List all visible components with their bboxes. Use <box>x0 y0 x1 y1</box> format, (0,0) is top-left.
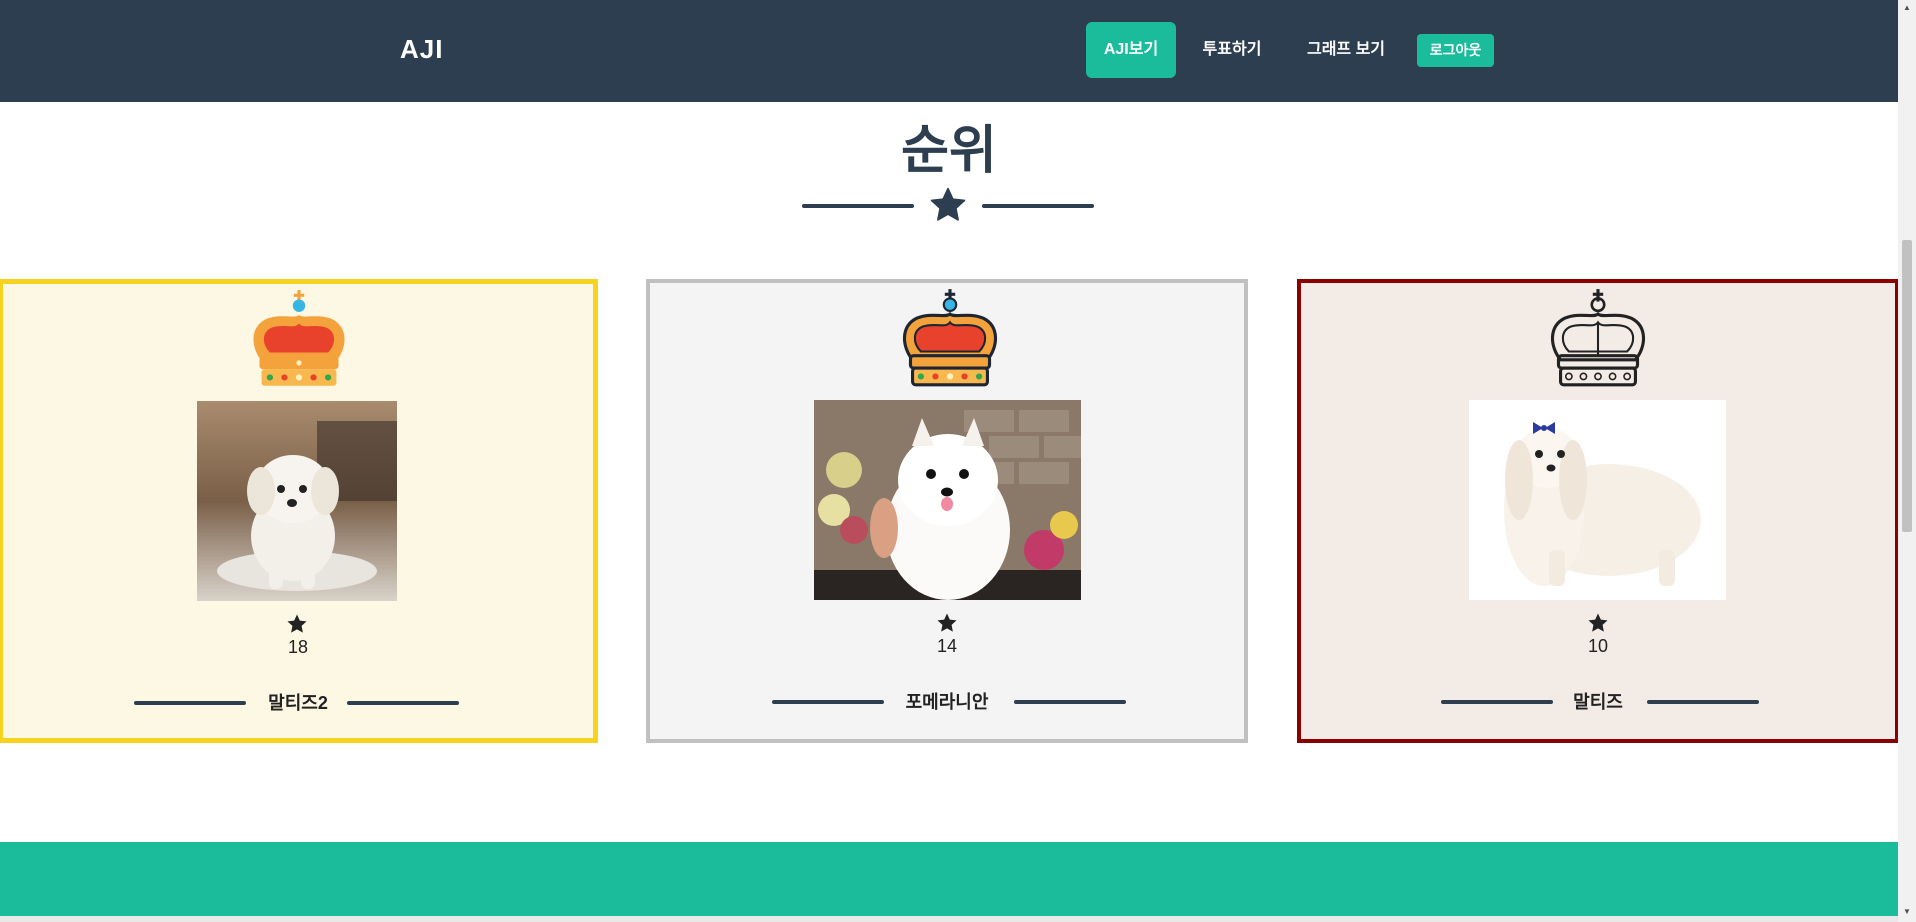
name-divider-right <box>1014 700 1126 704</box>
vote-count: 18 <box>287 637 309 657</box>
nav-item-aji-view[interactable]: AJI보기 <box>1086 22 1176 78</box>
brand-logo[interactable]: AJI <box>400 34 443 65</box>
scrollbar-thumb[interactable] <box>1902 240 1912 532</box>
logout-button[interactable]: 로그아웃 <box>1417 34 1494 67</box>
horizontal-scrollbar[interactable] <box>0 916 1898 922</box>
vote-count: 14 <box>936 636 958 656</box>
gold-crown-icon <box>253 290 345 386</box>
navbar: AJI AJI보기 투표하기 그래프 보기 로그아웃 <box>0 0 1898 102</box>
footer <box>0 842 1898 922</box>
star-icon <box>287 614 307 633</box>
name-divider-right <box>1647 700 1759 704</box>
name-divider-right <box>347 701 459 705</box>
page-title: 순위 <box>901 122 997 180</box>
nav-item-vote[interactable]: 투표하기 <box>1188 22 1276 78</box>
star-icon <box>937 613 957 632</box>
outline-crown-icon <box>1550 289 1646 387</box>
silver-crown-icon <box>902 289 998 387</box>
star-icon <box>930 187 966 221</box>
dog-name: 포메라니안 <box>905 692 989 712</box>
vote-count: 10 <box>1587 636 1609 656</box>
vertical-scrollbar[interactable]: ▲ ▼ <box>1898 0 1916 922</box>
divider-line-right <box>982 204 1094 208</box>
dog-photo-3 <box>1469 400 1726 600</box>
ranking-card-2: 14 포메라니안 <box>646 279 1248 743</box>
dog-photo-1 <box>197 401 397 601</box>
dog-photo-2 <box>814 400 1081 600</box>
scroll-up-arrow-icon[interactable]: ▲ <box>1898 0 1916 16</box>
dog-name: 말티즈 <box>1573 692 1623 712</box>
dog-name: 말티즈2 <box>268 693 328 713</box>
star-icon <box>1588 613 1608 632</box>
ranking-card-1: 18 말티즈2 <box>0 279 598 743</box>
divider-line-left <box>802 204 914 208</box>
ranking-card-3: 10 말티즈 <box>1297 279 1899 743</box>
scroll-down-arrow-icon[interactable]: ▼ <box>1898 904 1916 920</box>
nav-item-graph[interactable]: 그래프 보기 <box>1296 22 1396 78</box>
